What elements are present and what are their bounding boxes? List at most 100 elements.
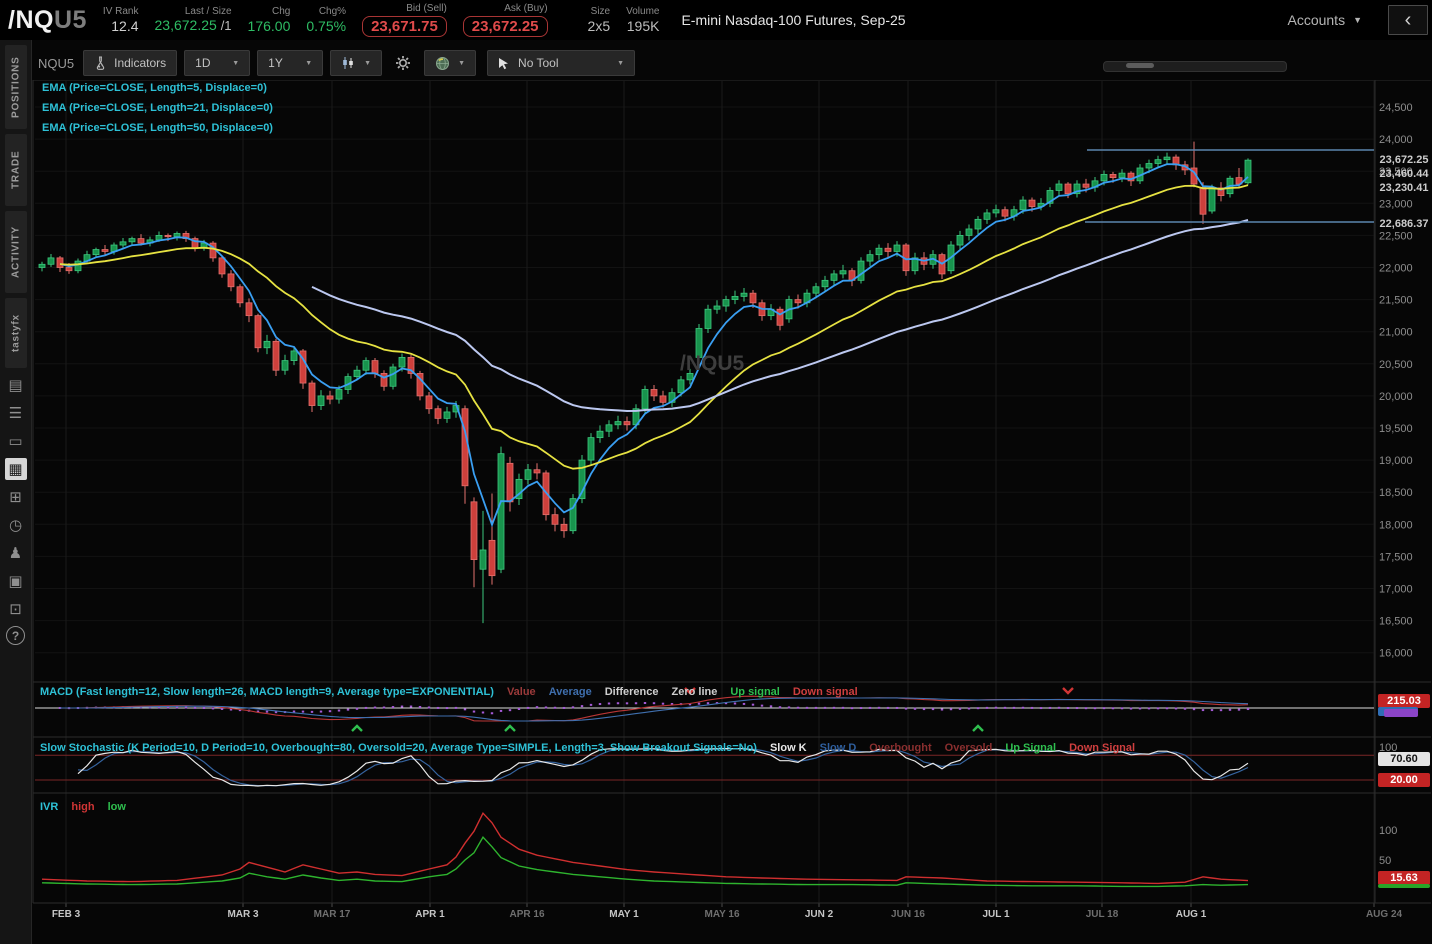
chart-settings-button[interactable] bbox=[389, 50, 417, 76]
chart-type-dropdown[interactable]: ▼ bbox=[330, 50, 382, 76]
drawing-tool-value: No Tool bbox=[518, 56, 558, 70]
chart-region[interactable]: 24,50024,00023,50023,00022,50022,00021,5… bbox=[32, 80, 1432, 944]
chart-canvas[interactable]: 24,50024,00023,50023,00022,50022,00021,5… bbox=[32, 80, 1432, 944]
stoch-legend-item[interactable]: Oversold bbox=[945, 742, 993, 754]
svg-text:23,000: 23,000 bbox=[1379, 198, 1413, 210]
svg-text:22,500: 22,500 bbox=[1379, 230, 1413, 242]
study-label-ema5[interactable]: EMA (Price=CLOSE, Length=5, Displace=0) bbox=[42, 82, 267, 94]
chevron-down-icon: ▼ bbox=[305, 60, 312, 67]
stoch-legend-item[interactable]: Slow Stochastic (K Period=10, D Period=1… bbox=[40, 742, 757, 754]
volume-label: Volume bbox=[626, 6, 659, 18]
help-icon[interactable]: ? bbox=[6, 626, 25, 645]
study-label-ema21[interactable]: EMA (Price=CLOSE, Length=21, Displace=0) bbox=[42, 102, 273, 114]
svg-text:21,500: 21,500 bbox=[1379, 295, 1413, 307]
svg-text:MAY 16: MAY 16 bbox=[704, 909, 739, 920]
sidebar-tab-activity[interactable]: ACTIVITY bbox=[5, 211, 27, 293]
chart-symbol-label: NQU5 bbox=[38, 56, 74, 71]
macd-legend-item[interactable]: Up signal bbox=[730, 686, 780, 698]
sidebar-tab-positions[interactable]: POSITIONS bbox=[5, 45, 27, 129]
macd-difference-axis-label bbox=[1384, 709, 1418, 717]
macd-legend-item[interactable]: MACD (Fast length=12, Slow length=26, MA… bbox=[40, 686, 494, 698]
ivr-legend-item[interactable]: low bbox=[108, 801, 126, 813]
history-clock-icon[interactable]: ◷ bbox=[5, 514, 27, 536]
svg-text:22,000: 22,000 bbox=[1379, 263, 1413, 275]
ivr-legend-item[interactable]: high bbox=[71, 801, 94, 813]
svg-text:19,500: 19,500 bbox=[1379, 423, 1413, 435]
svg-text:50: 50 bbox=[1379, 855, 1391, 867]
study-label-ema50[interactable]: EMA (Price=CLOSE, Length=50, Displace=0) bbox=[42, 122, 273, 134]
macd-legend-item[interactable]: Value bbox=[507, 686, 536, 698]
calendar-icon[interactable]: ▣ bbox=[5, 570, 27, 592]
macd-legend-item[interactable]: Difference bbox=[605, 686, 659, 698]
svg-text:MAR 17: MAR 17 bbox=[314, 909, 351, 920]
svg-text:JUN 2: JUN 2 bbox=[805, 909, 834, 920]
svg-text:18,500: 18,500 bbox=[1379, 487, 1413, 499]
indicators-button[interactable]: Indicators bbox=[83, 50, 177, 76]
stoch-legend[interactable]: Slow Stochastic (K Period=10, D Period=1… bbox=[40, 742, 1148, 754]
session-globe-dropdown[interactable]: ▼ bbox=[424, 50, 476, 76]
news-icon[interactable]: ▤ bbox=[5, 374, 27, 396]
svg-text:19,000: 19,000 bbox=[1379, 455, 1413, 467]
macd-value-axis-label: 215.03 bbox=[1378, 694, 1430, 708]
svg-text:MAR 3: MAR 3 bbox=[227, 909, 259, 920]
macd-legend-item[interactable]: Down signal bbox=[793, 686, 858, 698]
macd-legend[interactable]: MACD (Fast length=12, Slow length=26, MA… bbox=[40, 686, 871, 698]
ivr-high-axis-label: 15.63 bbox=[1378, 871, 1430, 885]
svg-text:JUN 16: JUN 16 bbox=[891, 909, 925, 920]
svg-text:AUG 24: AUG 24 bbox=[1366, 909, 1403, 920]
ivr-legend-item[interactable]: IVR bbox=[40, 801, 58, 813]
sidebar-tab-trade[interactable]: TRADE bbox=[5, 134, 27, 206]
iv-rank-label: IV Rank bbox=[103, 6, 139, 18]
macd-legend-item[interactable]: Zero line bbox=[672, 686, 718, 698]
svg-text:AUG 1: AUG 1 bbox=[1176, 909, 1207, 920]
volume-field: Volume 195K bbox=[626, 6, 659, 34]
symbol-root: /NQ bbox=[8, 6, 54, 34]
chevron-down-icon: ▼ bbox=[458, 60, 465, 67]
svg-text:JUL 18: JUL 18 bbox=[1086, 909, 1119, 920]
ema21-axis-label: 23,230.41 bbox=[1378, 181, 1430, 195]
ask-field: Ask (Buy) 23,672.25 bbox=[463, 3, 548, 37]
monitor-icon[interactable]: ▭ bbox=[5, 430, 27, 452]
size-label: Size bbox=[591, 6, 610, 18]
quote-header: /NQU5 IV Rank 12.4 Last / Size 23,672.25… bbox=[0, 0, 1432, 40]
svg-text:17,000: 17,000 bbox=[1379, 584, 1413, 596]
bid-field: Bid (Sell) 23,671.75 bbox=[362, 3, 447, 37]
svg-text:20,500: 20,500 bbox=[1379, 359, 1413, 371]
stoch-legend-item[interactable]: Down Signal bbox=[1069, 742, 1135, 754]
stoch-legend-item[interactable]: Up Signal bbox=[1005, 742, 1056, 754]
collapse-panel-button[interactable]: ‹ bbox=[1388, 5, 1428, 35]
stoch-legend-item[interactable]: Slow K bbox=[770, 742, 807, 754]
drawing-tool-dropdown[interactable]: No Tool ▼ bbox=[487, 50, 635, 76]
svg-text:APR 1: APR 1 bbox=[415, 909, 445, 920]
stoch-legend-item[interactable]: Slow D bbox=[820, 742, 857, 754]
range-dropdown[interactable]: 1Y ▼ bbox=[257, 50, 323, 76]
svg-text:18,000: 18,000 bbox=[1379, 519, 1413, 531]
media-icon[interactable]: ⊡ bbox=[5, 598, 27, 620]
ivr-legend[interactable]: IVR high low bbox=[40, 801, 139, 813]
chart-icon[interactable]: ▦ bbox=[5, 458, 27, 480]
sidebar-icon-rail: ▤ ☰ ▭ ▦ ⊞ ◷ ♟ ▣ ⊡? bbox=[0, 374, 31, 645]
timeframe-dropdown[interactable]: 1D ▼ bbox=[184, 50, 250, 76]
ivr-low-axis-label bbox=[1378, 884, 1430, 888]
symbol-watermark: /NQU5 bbox=[680, 352, 744, 376]
svg-text:FEB 3: FEB 3 bbox=[52, 909, 81, 920]
svg-text:24,500: 24,500 bbox=[1379, 102, 1413, 114]
sidebar-tab-tastyfx[interactable]: tastyfx bbox=[5, 298, 27, 368]
stoch-legend-item[interactable]: Overbought bbox=[869, 742, 931, 754]
macd-legend-item[interactable]: Average bbox=[549, 686, 592, 698]
chart-time-scrollbar[interactable] bbox=[1103, 61, 1287, 72]
social-people-icon[interactable]: ♟ bbox=[5, 542, 27, 564]
bid-button[interactable]: 23,671.75 bbox=[362, 16, 447, 37]
symbol-title: /NQU5 bbox=[8, 6, 87, 35]
last-price-axis-label: 23,672.25 bbox=[1378, 153, 1430, 167]
svg-text:21,000: 21,000 bbox=[1379, 327, 1413, 339]
indicators-flask-icon bbox=[94, 56, 107, 70]
accounts-dropdown[interactable]: Accounts ▼ bbox=[1287, 12, 1362, 28]
watchlist-icon[interactable]: ☰ bbox=[5, 402, 27, 424]
apps-grid-icon[interactable]: ⊞ bbox=[5, 486, 27, 508]
gear-icon bbox=[395, 55, 411, 71]
scrollbar-thumb[interactable] bbox=[1126, 63, 1154, 68]
ask-button[interactable]: 23,672.25 bbox=[463, 16, 548, 37]
chevron-down-icon: ▼ bbox=[1353, 15, 1362, 25]
chg-pct-field: Chg% 0.75% bbox=[306, 6, 346, 34]
